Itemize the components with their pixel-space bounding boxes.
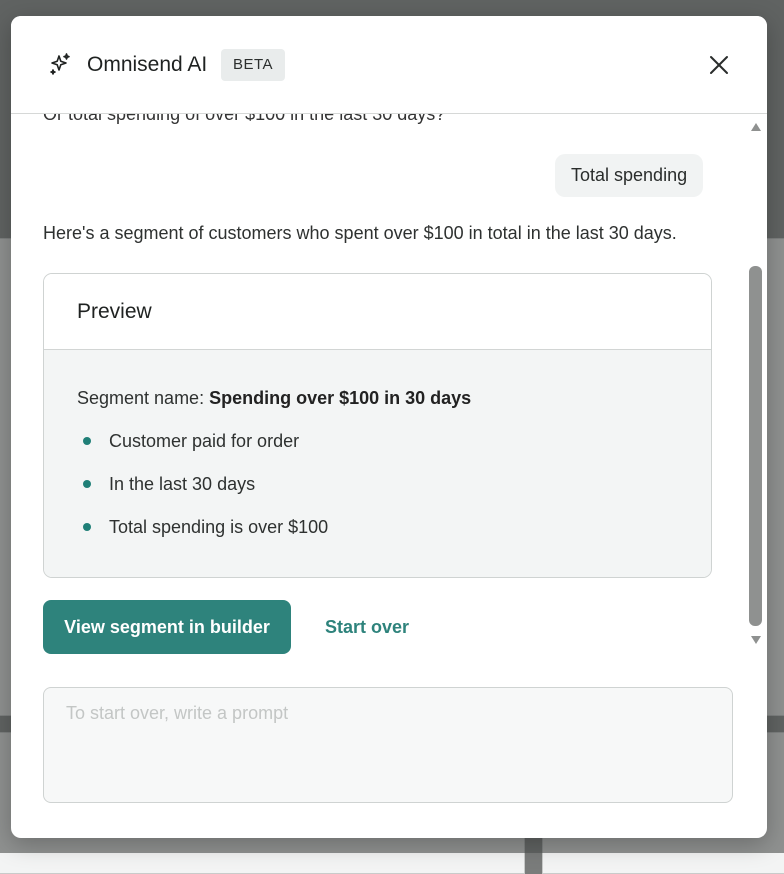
dialog-header: Omnisend AI BETA [11, 16, 767, 114]
condition-item: Total spending is over $100 [77, 517, 328, 538]
scroll-up-arrow-icon[interactable] [750, 122, 762, 132]
condition-item: Customer paid for order [77, 431, 299, 452]
preview-title: Preview [77, 300, 152, 323]
view-segment-in-builder-button[interactable]: View segment in builder [43, 600, 291, 654]
omnisend-ai-dialog: Omnisend AI BETA Or total spending of ov… [11, 16, 767, 838]
segment-name-value: Spending over $100 in 30 days [209, 388, 472, 408]
assistant-question-text: Or total spending of over $100 in the la… [43, 113, 446, 124]
prompt-input[interactable] [43, 687, 733, 803]
bullet-icon [83, 479, 91, 488]
scrollbar-thumb[interactable] [749, 266, 762, 626]
beta-badge: BETA [221, 49, 286, 81]
bullet-icon [83, 436, 91, 445]
scroll-down-arrow-icon[interactable] [750, 635, 762, 645]
segment-preview-card: Preview Segment name: Spending over $100… [43, 273, 712, 578]
condition-text: In the last 30 days [109, 474, 256, 494]
segment-name-label: Segment name: [77, 388, 210, 408]
preview-body: Segment name: Spending over $100 in 30 d… [44, 350, 711, 577]
dialog-title: Omnisend AI [87, 53, 208, 76]
preview-header: Preview [44, 274, 711, 350]
chat-history[interactable]: Or total spending of over $100 in the la… [11, 113, 741, 658]
condition-text: Total spending is over $100 [109, 517, 329, 537]
close-icon[interactable] [705, 51, 733, 79]
condition-item: In the last 30 days [77, 474, 255, 495]
segment-name-line: Segment name: Spending over $100 in 30 d… [77, 388, 471, 409]
condition-text: Customer paid for order [109, 431, 300, 451]
bullet-icon [83, 522, 91, 531]
sparkle-icon [50, 53, 70, 75]
user-message-bubble: Total spending [555, 154, 704, 197]
start-over-button[interactable]: Start over [325, 617, 409, 638]
assistant-message-text: Here's a segment of customers who spent … [43, 223, 677, 243]
